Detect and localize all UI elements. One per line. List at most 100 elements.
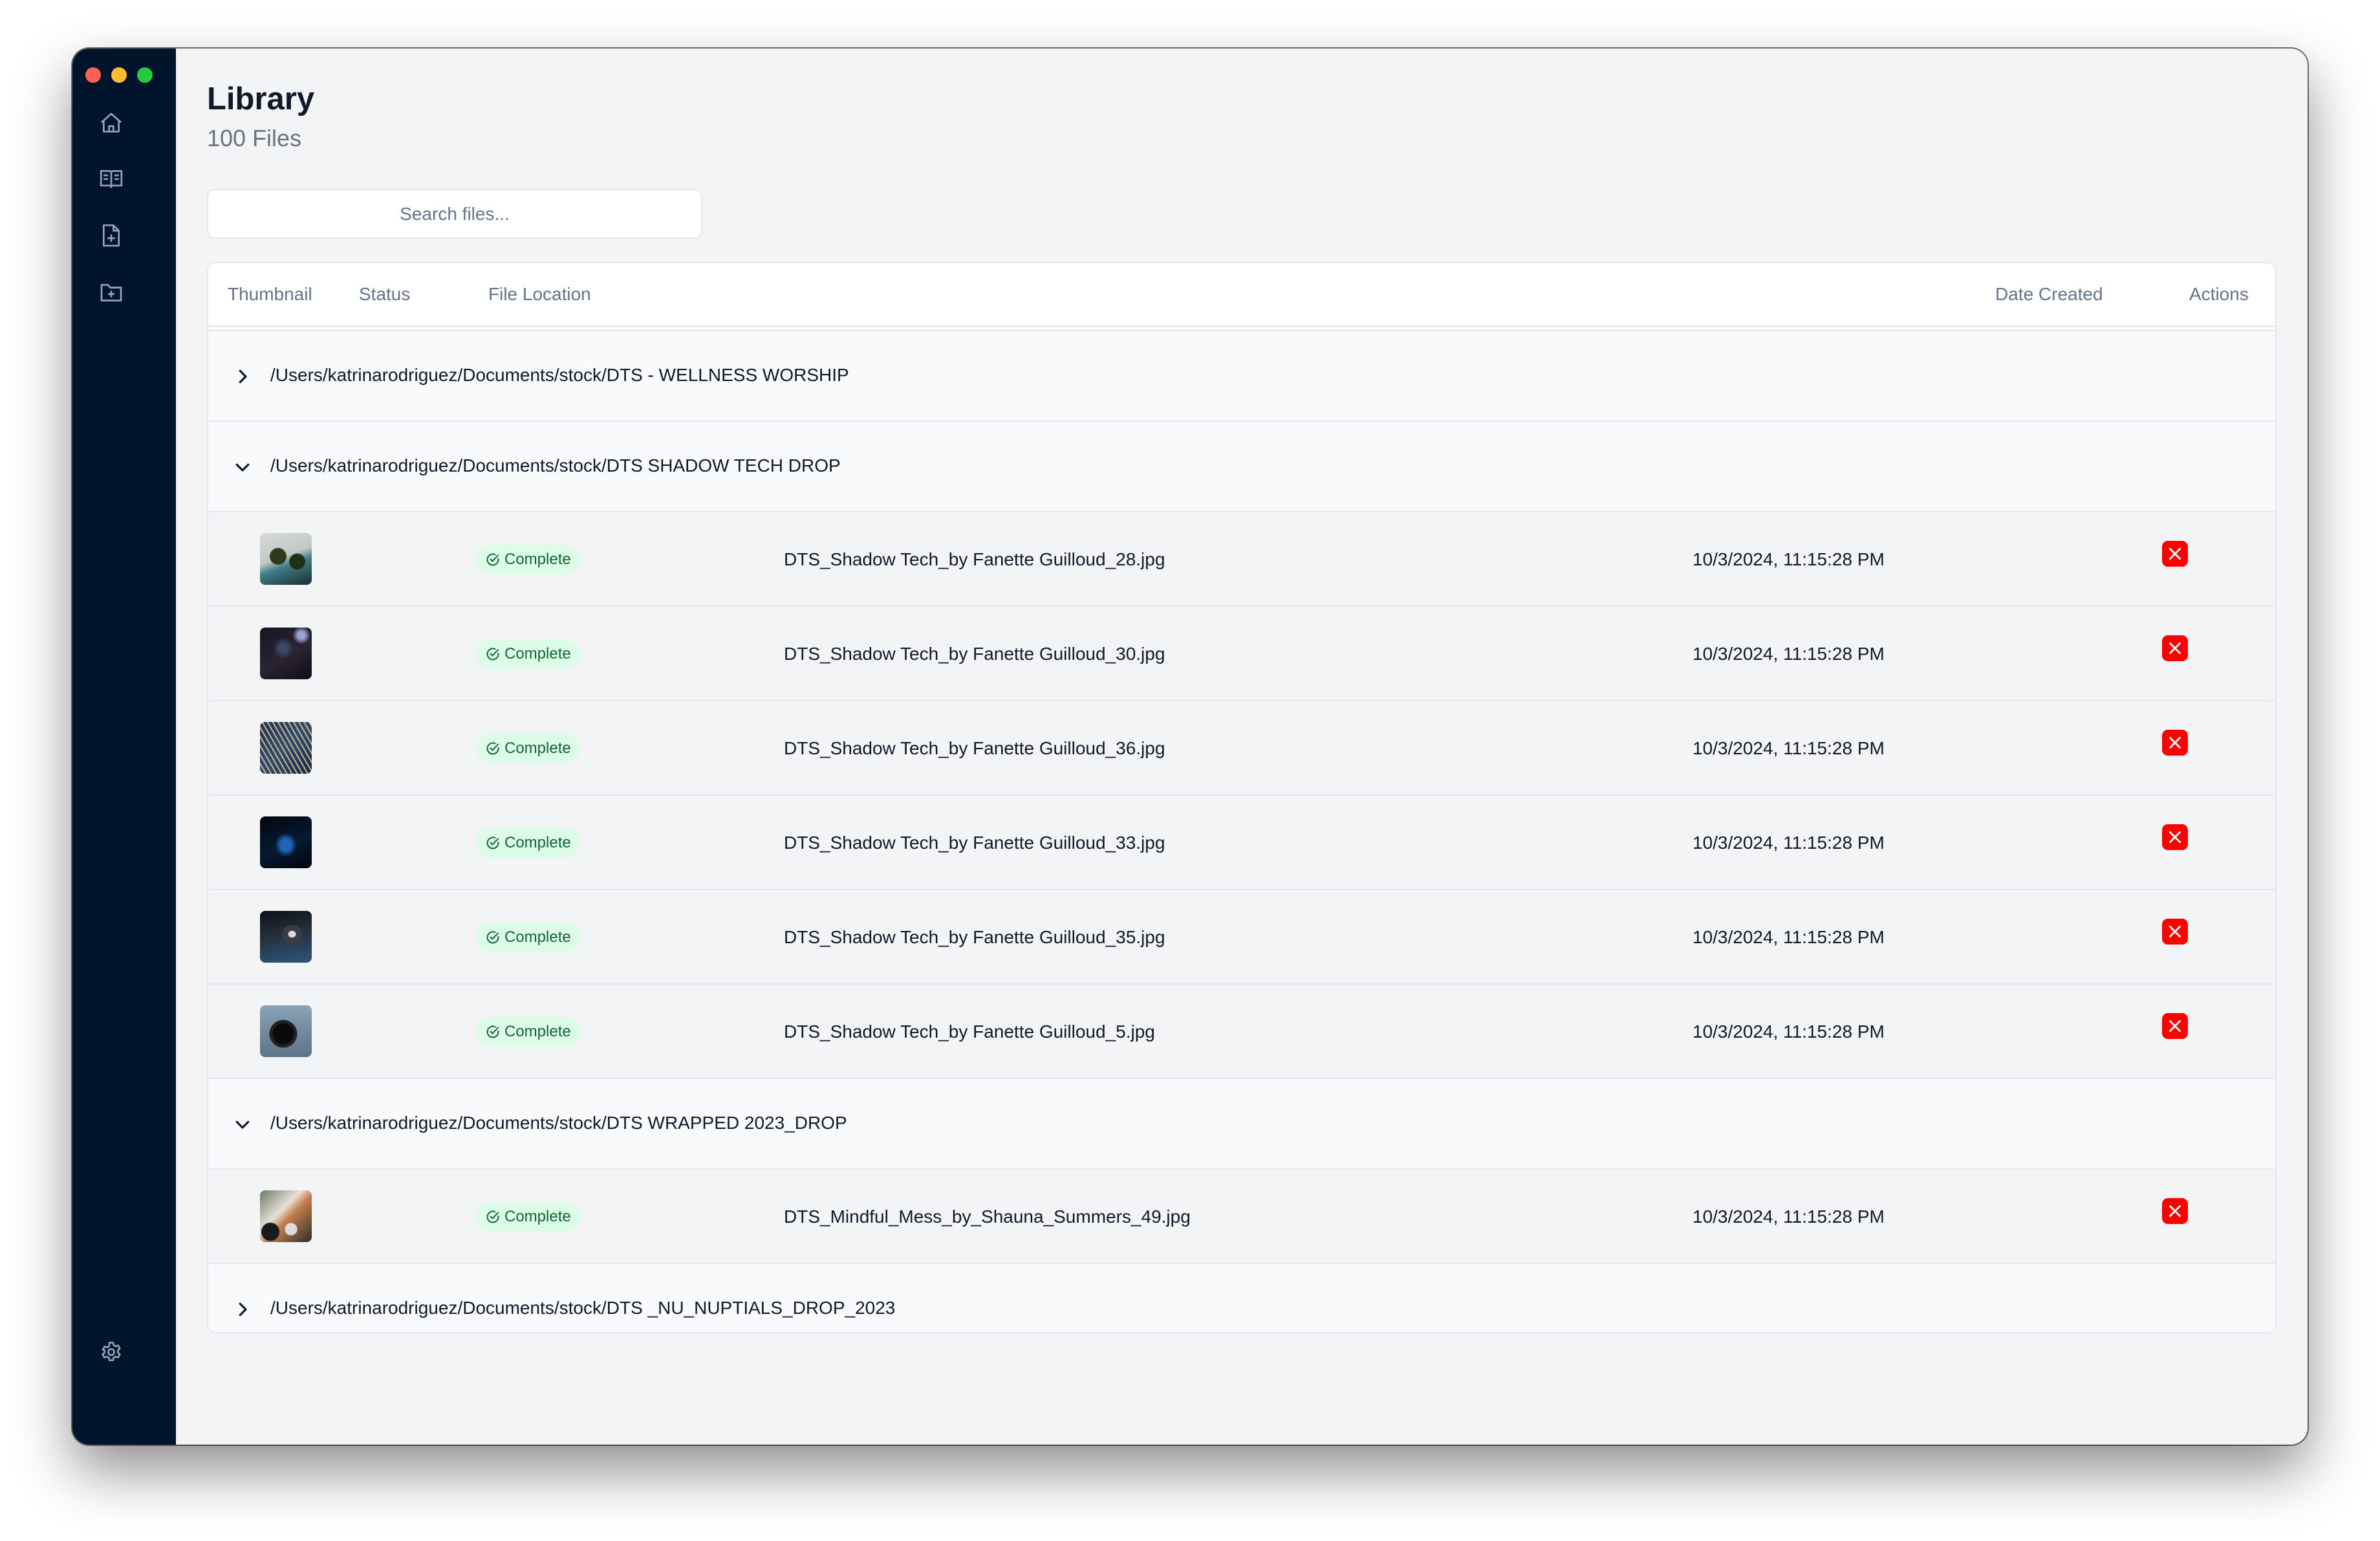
file-row: Complete DTS_Mindful_Mess_by_Shauna_Summ… bbox=[208, 1170, 2275, 1264]
close-icon bbox=[2169, 642, 2181, 654]
status-badge: Complete bbox=[476, 1017, 580, 1047]
file-row: Complete DTS_Shadow Tech_by Fanette Guil… bbox=[208, 985, 2275, 1079]
folder-group-row[interactable]: /Users/katrinarodriguez/Documents/stock/… bbox=[208, 331, 2275, 422]
date-created: 10/3/2024, 11:15:28 PM bbox=[1693, 1207, 1885, 1227]
zoom-window-button[interactable] bbox=[137, 67, 153, 83]
delete-button[interactable] bbox=[2162, 541, 2188, 567]
check-circle-icon bbox=[486, 836, 499, 849]
delete-button[interactable] bbox=[2162, 730, 2188, 756]
chevron-down-icon[interactable] bbox=[233, 457, 252, 477]
date-created: 10/3/2024, 11:15:28 PM bbox=[1693, 1022, 1885, 1042]
status-badge: Complete bbox=[476, 639, 580, 669]
file-name: DTS_Shadow Tech_by Fanette Guilloud_36.j… bbox=[784, 738, 1165, 758]
folder-group-row[interactable]: /Users/katrinarodriguez/Documents/stock/… bbox=[208, 1079, 2275, 1170]
close-icon bbox=[2169, 548, 2181, 560]
app-window: Library 100 Files Thumbnail Status File … bbox=[72, 49, 2308, 1445]
status-badge: Complete bbox=[476, 1202, 580, 1232]
close-icon bbox=[2169, 1205, 2181, 1217]
sidebar-item-add-folder[interactable] bbox=[98, 279, 124, 305]
page-title: Library bbox=[207, 82, 315, 116]
folder-plus-icon bbox=[100, 284, 122, 301]
check-circle-icon bbox=[486, 1025, 499, 1038]
file-name: DTS_Shadow Tech_by Fanette Guilloud_33.j… bbox=[784, 833, 1165, 853]
search-input[interactable] bbox=[207, 189, 702, 239]
check-circle-icon bbox=[486, 1210, 499, 1223]
thumbnail-image[interactable] bbox=[260, 1005, 312, 1057]
file-name: DTS_Shadow Tech_by Fanette Guilloud_5.jp… bbox=[784, 1022, 1155, 1042]
sidebar-item-add-file[interactable] bbox=[98, 223, 124, 248]
home-icon bbox=[101, 113, 122, 133]
minimize-window-button[interactable] bbox=[111, 67, 127, 83]
file-count: 100 Files bbox=[207, 125, 302, 151]
thumbnail-image[interactable] bbox=[260, 911, 312, 963]
check-circle-icon bbox=[486, 931, 499, 944]
file-row: Complete DTS_Shadow Tech_by Fanette Guil… bbox=[208, 701, 2275, 796]
folder-path: /Users/katrinarodriguez/Documents/stock/… bbox=[270, 1298, 896, 1318]
folder-group-row[interactable]: /Users/katrinarodriguez/Documents/stock/… bbox=[208, 422, 2275, 512]
file-name: DTS_Shadow Tech_by Fanette Guilloud_28.j… bbox=[784, 549, 1165, 569]
close-window-button[interactable] bbox=[85, 67, 101, 83]
check-circle-icon bbox=[486, 553, 499, 566]
delete-button[interactable] bbox=[2162, 1013, 2188, 1039]
status-badge: Complete bbox=[476, 828, 580, 858]
column-header-file-location: File Location bbox=[488, 284, 591, 304]
status-label: Complete bbox=[504, 739, 571, 757]
main-content: Library 100 Files Thumbnail Status File … bbox=[176, 49, 2308, 1445]
check-circle-icon bbox=[486, 742, 499, 755]
close-icon bbox=[2169, 737, 2181, 749]
files-table: Thumbnail Status File Location Date Crea… bbox=[207, 262, 2277, 1333]
sidebar-item-library[interactable] bbox=[98, 166, 124, 191]
folder-group-row[interactable]: /Users/katrinarodriguez/Documents/stock/… bbox=[208, 1264, 2275, 1332]
sidebar bbox=[72, 49, 176, 1445]
folder-path: /Users/katrinarodriguez/Documents/stock/… bbox=[270, 455, 841, 475]
chevron-right-icon[interactable] bbox=[233, 1300, 252, 1319]
close-icon bbox=[2169, 831, 2181, 843]
thumbnail-image[interactable] bbox=[260, 533, 312, 585]
date-created: 10/3/2024, 11:15:28 PM bbox=[1693, 549, 1885, 569]
delete-button[interactable] bbox=[2162, 824, 2188, 850]
file-name: DTS_Shadow Tech_by Fanette Guilloud_30.j… bbox=[784, 644, 1165, 664]
status-label: Complete bbox=[504, 834, 571, 851]
column-header-thumbnail: Thumbnail bbox=[228, 284, 312, 304]
thumbnail-image[interactable] bbox=[260, 1190, 312, 1242]
check-circle-icon bbox=[486, 648, 499, 661]
status-badge: Complete bbox=[476, 545, 580, 574]
delete-button[interactable] bbox=[2162, 919, 2188, 945]
file-row: Complete DTS_Shadow Tech_by Fanette Guil… bbox=[208, 796, 2275, 890]
date-created: 10/3/2024, 11:15:28 PM bbox=[1693, 927, 1885, 947]
gear-icon bbox=[102, 1342, 121, 1361]
file-name: DTS_Mindful_Mess_by_Shauna_Summers_49.jp… bbox=[784, 1207, 1191, 1227]
status-label: Complete bbox=[504, 1023, 571, 1040]
table-header: Thumbnail Status File Location Date Crea… bbox=[208, 263, 2275, 327]
folder-path: /Users/katrinarodriguez/Documents/stock/… bbox=[270, 365, 849, 385]
delete-button[interactable] bbox=[2162, 635, 2188, 661]
file-row: Complete DTS_Shadow Tech_by Fanette Guil… bbox=[208, 890, 2275, 985]
status-label: Complete bbox=[504, 645, 571, 662]
date-created: 10/3/2024, 11:15:28 PM bbox=[1693, 644, 1885, 664]
thumbnail-image[interactable] bbox=[260, 816, 312, 868]
settings-button[interactable] bbox=[98, 1339, 124, 1365]
file-row: Complete DTS_Shadow Tech_by Fanette Guil… bbox=[208, 607, 2275, 701]
close-icon bbox=[2169, 1020, 2181, 1032]
thumbnail-image[interactable] bbox=[260, 628, 312, 679]
file-row: Complete DTS_Shadow Tech_by Fanette Guil… bbox=[208, 512, 2275, 607]
chevron-down-icon[interactable] bbox=[233, 1115, 252, 1134]
status-label: Complete bbox=[504, 551, 571, 568]
book-open-icon bbox=[100, 170, 123, 188]
status-label: Complete bbox=[504, 928, 571, 946]
delete-button[interactable] bbox=[2162, 1198, 2188, 1224]
file-plus-icon bbox=[103, 224, 120, 247]
chevron-right-icon[interactable] bbox=[233, 367, 252, 386]
sidebar-item-home[interactable] bbox=[98, 110, 124, 136]
date-created: 10/3/2024, 11:15:28 PM bbox=[1693, 833, 1885, 853]
file-name: DTS_Shadow Tech_by Fanette Guilloud_35.j… bbox=[784, 927, 1165, 947]
column-header-date-created: Date Created bbox=[1995, 284, 2103, 304]
column-header-status: Status bbox=[359, 284, 411, 304]
close-icon bbox=[2169, 926, 2181, 937]
folder-path: /Users/katrinarodriguez/Documents/stock/… bbox=[270, 1113, 847, 1133]
thumbnail-image[interactable] bbox=[260, 722, 312, 774]
column-header-actions: Actions bbox=[2189, 284, 2249, 304]
date-created: 10/3/2024, 11:15:28 PM bbox=[1693, 738, 1885, 758]
status-badge: Complete bbox=[476, 923, 580, 952]
status-label: Complete bbox=[504, 1208, 571, 1225]
